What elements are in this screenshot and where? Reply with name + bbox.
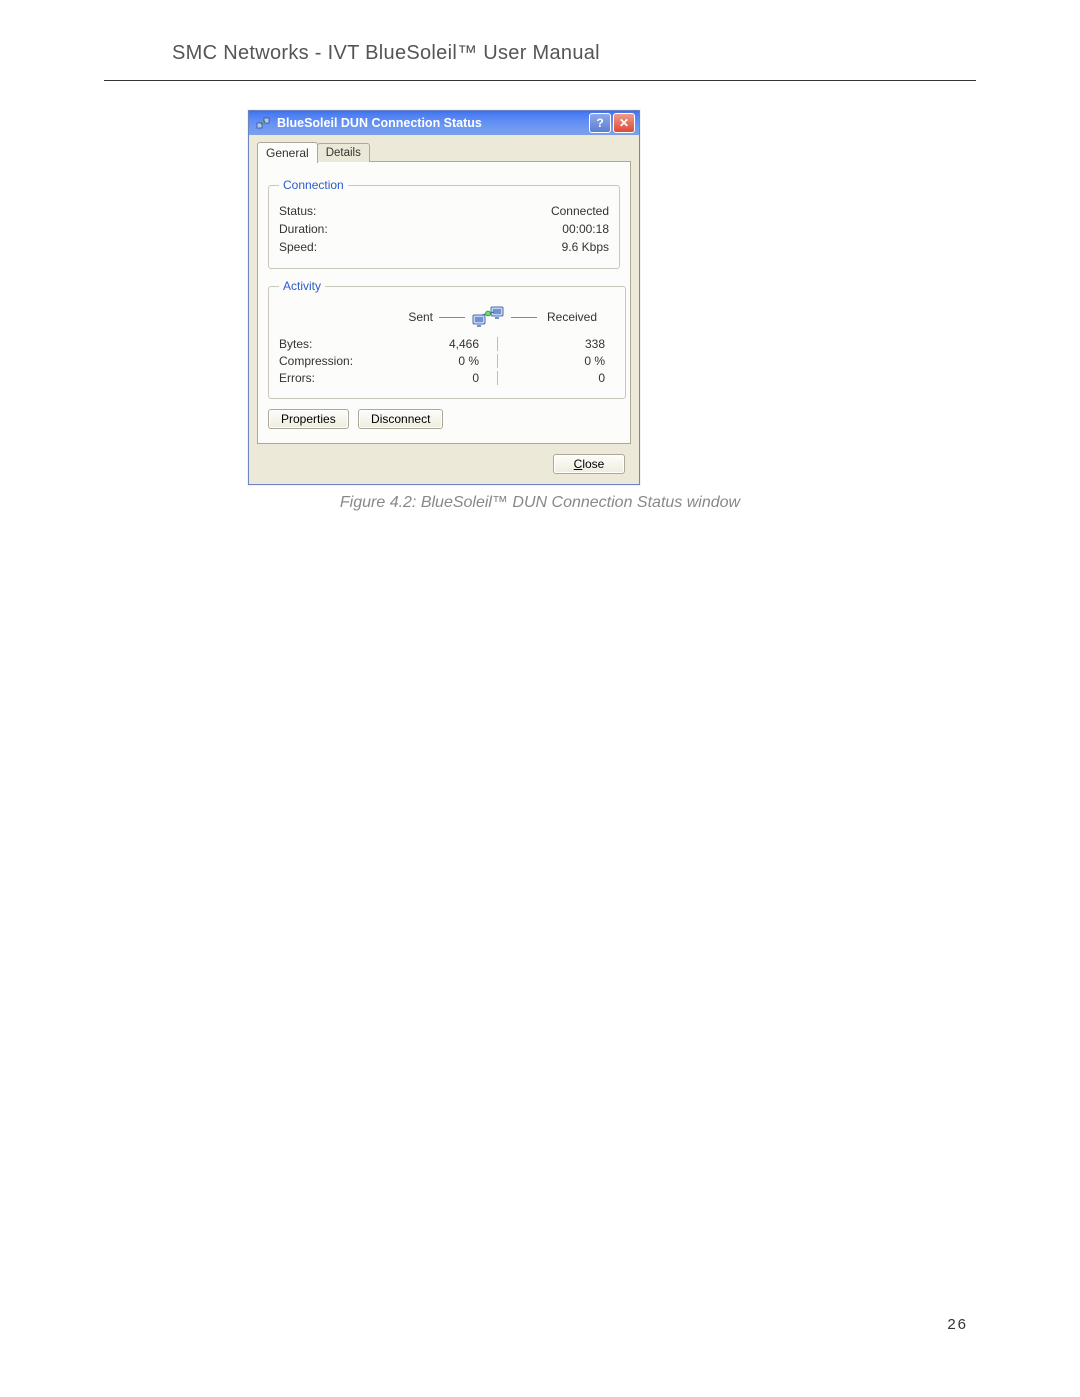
activity-row-errors: Errors: 0 0 [279,371,615,385]
activity-dash-left [439,317,465,318]
bytes-received: 338 [515,337,605,351]
close-button-rest: lose [582,457,604,471]
bytes-sent: 4,466 [389,337,479,351]
activity-legend: Activity [279,279,325,293]
titlebar[interactable]: BlueSoleil DUN Connection Status ? ✕ [249,111,639,135]
activity-row-compression: Compression: 0 % 0 % [279,354,615,368]
network-activity-icon [471,303,505,331]
compression-sent: 0 % [389,354,479,368]
header-rule [104,80,976,81]
connection-group: Connection Status: Connected Duration: 0… [268,178,620,269]
compression-received: 0 % [515,354,605,368]
titlebar-close-button[interactable]: ✕ [613,113,635,133]
dialog-footer: Close [257,444,631,474]
panel-button-row: Properties Disconnect [268,409,620,429]
errors-sent: 0 [389,371,479,385]
properties-button[interactable]: Properties [268,409,349,429]
duration-label: Duration: [279,222,519,236]
duration-value: 00:00:18 [519,222,609,236]
tab-panel-general: Connection Status: Connected Duration: 0… [257,161,631,444]
activity-row-bytes: Bytes: 4,466 338 [279,337,615,351]
figure-caption: Figure 4.2: BlueSoleil™ DUN Connection S… [0,494,1080,512]
tab-general[interactable]: General [257,142,318,163]
errors-label: Errors: [279,371,389,385]
tabstrip: General Details [257,141,631,162]
app-icon [255,115,271,131]
page-header: SMC Networks - IVT BlueSoleil™ User Manu… [172,42,600,65]
status-label: Status: [279,204,519,218]
tab-details[interactable]: Details [317,143,370,162]
speed-value: 9.6 Kbps [519,240,609,254]
titlebar-help-button[interactable]: ? [589,113,611,133]
dialog-client-area: General Details Connection Status: Conne… [249,135,639,484]
connection-status-dialog: BlueSoleil DUN Connection Status ? ✕ Gen… [248,110,640,485]
errors-received: 0 [515,371,605,385]
activity-dash-right [511,317,537,318]
sent-header: Sent [389,310,433,324]
bytes-label: Bytes: [279,337,389,351]
speed-label: Speed: [279,240,519,254]
titlebar-title: BlueSoleil DUN Connection Status [277,116,587,130]
compression-label: Compression: [279,354,389,368]
activity-group: Activity Sent [268,279,626,399]
disconnect-button[interactable]: Disconnect [358,409,443,429]
received-header: Received [543,310,615,324]
status-value: Connected [519,204,609,218]
activity-header: Sent [279,303,615,331]
page-number: 26 [947,1316,968,1333]
close-button[interactable]: Close [553,454,625,474]
connection-legend: Connection [279,178,348,192]
